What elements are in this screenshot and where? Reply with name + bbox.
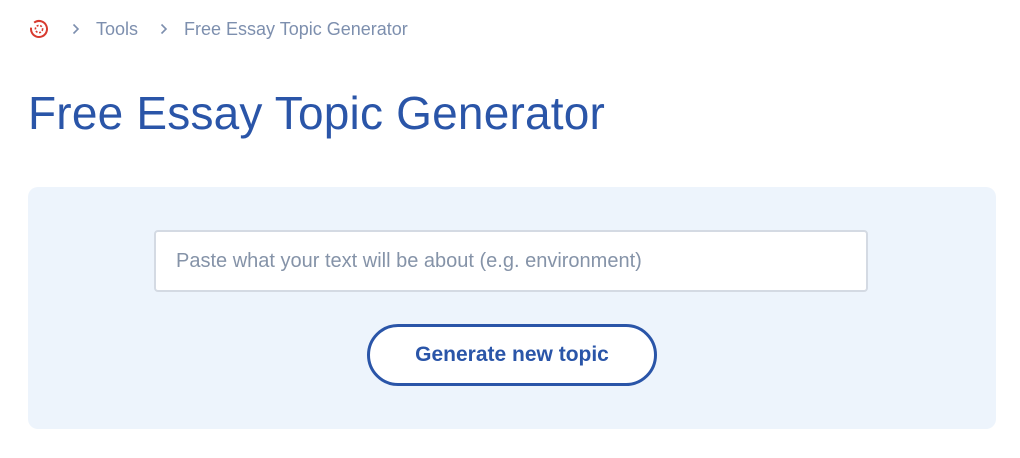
chevron-right-icon bbox=[72, 23, 80, 35]
topic-input[interactable] bbox=[154, 230, 868, 292]
page-title: Free Essay Topic Generator bbox=[28, 87, 606, 139]
generator-panel: Generate new topic bbox=[28, 187, 996, 429]
generate-topic-button[interactable]: Generate new topic bbox=[367, 324, 657, 386]
chevron-right-icon bbox=[160, 23, 168, 35]
breadcrumb-item-current: Free Essay Topic Generator bbox=[184, 18, 408, 39]
breadcrumb: Tools Free Essay Topic Generator bbox=[28, 18, 408, 40]
home-logo-icon[interactable] bbox=[28, 18, 50, 40]
breadcrumb-item-tools[interactable]: Tools bbox=[96, 19, 138, 40]
